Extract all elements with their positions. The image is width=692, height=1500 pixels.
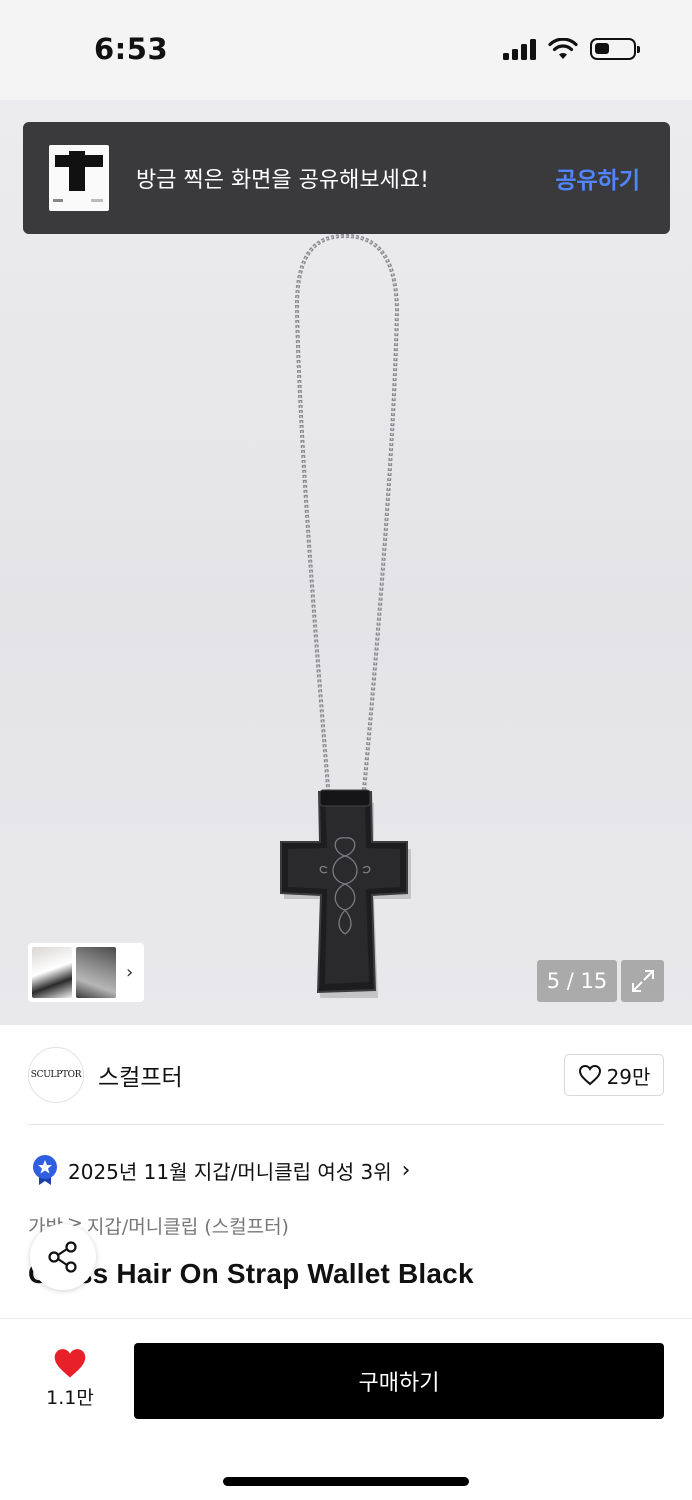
status-icons [503,38,640,60]
thumbnail-image[interactable] [76,947,116,998]
wishlist-count: 1.1만 [46,1387,94,1409]
screenshot-thumbnail[interactable] [49,145,109,211]
battery-icon [590,38,640,60]
buy-button[interactable]: 구매하기 [134,1343,664,1419]
cross-wallet-image [280,233,411,998]
ranking-text: 2025년 11월 지갑/머니클립 여성 3위 [68,1159,392,1184]
share-button[interactable] [30,1224,96,1290]
brand-row: SCULPTOR 스컬프터 29만 [28,1045,664,1105]
product-image[interactable] [0,100,692,1025]
status-time: 6:53 [94,32,169,66]
cellular-signal-icon [503,38,536,60]
brand-name[interactable]: 스컬프터 [98,1058,564,1092]
brand-logo[interactable]: SCULPTOR [28,1047,84,1103]
wishlist-button[interactable]: 1.1만 [40,1347,100,1410]
status-bar: 6:53 [0,0,692,100]
ranking-badge-row[interactable]: 2025년 11월 지갑/머니클립 여성 3위 › [32,1154,410,1186]
screenshot-share-toast: 방금 찍은 화면을 공유해보세요! 공유하기 [23,122,670,234]
expand-button[interactable] [621,960,664,1002]
image-counter: 5 / 15 [537,960,617,1002]
thumbnail-strip[interactable]: › [28,943,144,1002]
breadcrumb-current[interactable]: 지갑/머니클립 (스컬프터) [87,1212,289,1239]
chevron-right-icon: › [401,1157,411,1183]
home-indicator[interactable] [223,1477,469,1486]
expand-icon [631,970,654,992]
brand-like-button[interactable]: 29만 [564,1054,664,1096]
wifi-icon [548,38,578,59]
heart-filled-icon [54,1349,86,1378]
toast-message: 방금 찍은 화면을 공유해보세요! [136,168,429,193]
heart-outline-icon [578,1064,601,1086]
divider [28,1124,664,1125]
share-icon [48,1241,77,1273]
toast-share-button[interactable]: 공유하기 [555,161,640,195]
thumbnail-image[interactable] [32,947,72,998]
chevron-right-icon: › [126,962,134,983]
bottom-purchase-bar: 1.1만 구매하기 [0,1318,692,1500]
ranking-badge-icon [33,1155,57,1185]
brand-like-count: 29만 [606,1064,651,1089]
